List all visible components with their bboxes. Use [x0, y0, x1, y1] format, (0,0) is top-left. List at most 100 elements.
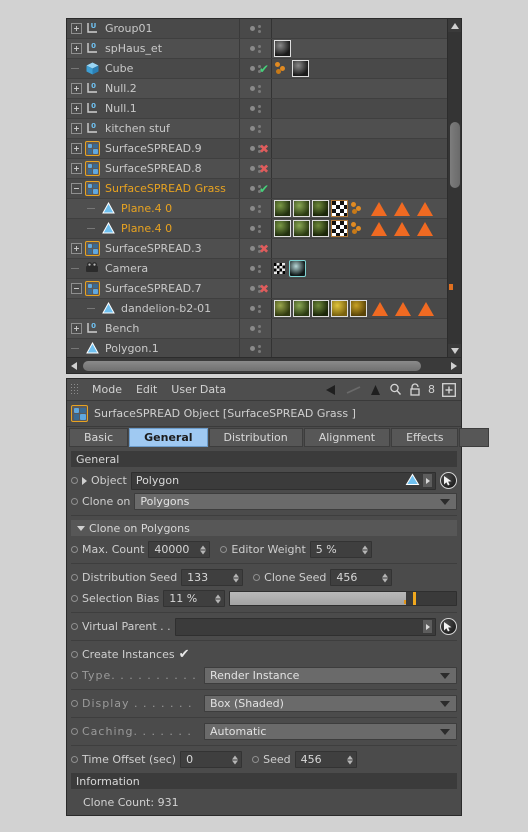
tab-alignment[interactable]: Alignment: [303, 428, 391, 447]
object-tree[interactable]: U Group01 0 spHaus_et Cube ✔ 0 Null.2 0 Null.1 0 ki…: [67, 19, 447, 357]
object-row[interactable]: 0 Null.2: [67, 79, 447, 99]
virtual-parent-menu-button[interactable]: [422, 619, 433, 634]
object-tags[interactable]: [271, 19, 447, 38]
time-offset-stepper[interactable]: [232, 755, 239, 764]
vertical-scroll-track[interactable]: [447, 32, 461, 344]
material-tag[interactable]: [293, 200, 310, 217]
surfacespread-tag-icon[interactable]: [417, 221, 433, 236]
object-manager-horizontal-scrollbar[interactable]: [67, 357, 461, 373]
expand-toggle-icon[interactable]: [71, 103, 82, 114]
menu-edit[interactable]: Edit: [129, 383, 164, 396]
object-tags[interactable]: [271, 39, 447, 58]
object-row[interactable]: U Group01: [67, 19, 447, 39]
expand-toggle-icon[interactable]: [71, 23, 82, 34]
object-visibility-dots[interactable]: ✖: [239, 279, 271, 298]
up-arrow-icon[interactable]: [369, 384, 382, 396]
object-name-cell[interactable]: 0 Null.2: [67, 79, 239, 98]
object-name-cell[interactable]: 0 kitchen stuf: [67, 119, 239, 138]
enable-dot-icon[interactable]: [250, 106, 255, 111]
clone-seed-animate-dot-icon[interactable]: [253, 574, 261, 581]
object-visibility-dots[interactable]: ✖: [239, 139, 271, 158]
object-name-cell[interactable]: 0 Null.1: [67, 99, 239, 118]
object-visibility-dots[interactable]: ✔: [239, 179, 271, 198]
expand-toggle-icon[interactable]: [71, 243, 82, 254]
object-row[interactable]: 0 Null.1: [67, 99, 447, 119]
menu-mode[interactable]: Mode: [85, 383, 129, 396]
attribute-tabs[interactable]: Basic General Distribution Alignment Effects: [67, 427, 490, 448]
object-tags[interactable]: [271, 119, 447, 138]
max-count-animate-dot-icon[interactable]: [71, 546, 78, 553]
history-line-icon[interactable]: [346, 384, 362, 396]
enable-dot-icon[interactable]: [250, 166, 255, 171]
virtual-parent-link-field[interactable]: [174, 617, 436, 636]
clone-on-select[interactable]: Polygons: [134, 493, 457, 510]
type-select[interactable]: Render Instance: [204, 667, 457, 684]
object-tags[interactable]: [271, 199, 447, 218]
object-visibility-dots[interactable]: [239, 119, 271, 138]
object-visibility-dots[interactable]: ✖: [239, 159, 271, 178]
surfacespread-tag-icon[interactable]: [394, 221, 410, 236]
object-row[interactable]: Cube ✔: [67, 59, 447, 79]
hidden-cross-icon[interactable]: ✖: [259, 162, 269, 176]
material-tag[interactable]: [274, 200, 291, 217]
object-visibility-dots[interactable]: [239, 339, 271, 357]
menu-user-data[interactable]: User Data: [164, 383, 233, 396]
distribution-seed-input[interactable]: 133: [181, 569, 244, 586]
horizontal-scroll-thumb[interactable]: [83, 360, 421, 371]
uv-checker-tag[interactable]: [331, 220, 348, 237]
horizontal-scroll-track[interactable]: [81, 358, 447, 374]
create-instances-checkbox[interactable]: ✔: [179, 648, 190, 661]
tab-basic[interactable]: Basic: [69, 428, 129, 447]
time-offset-animate-dot-icon[interactable]: [71, 756, 78, 763]
caching-select[interactable]: Automatic: [204, 723, 457, 740]
object-tags[interactable]: [271, 179, 447, 198]
visible-check-icon[interactable]: ✔: [259, 182, 269, 196]
clone-seed-input[interactable]: 456: [330, 569, 393, 586]
object-tags[interactable]: [271, 139, 447, 158]
visibility-dots-icon[interactable]: [258, 304, 261, 313]
object-name-cell[interactable]: Camera: [67, 259, 239, 278]
time-offset-input[interactable]: 0: [180, 751, 243, 768]
tab-effects[interactable]: Effects: [391, 428, 459, 447]
seed-stepper[interactable]: [346, 755, 353, 764]
virtual-parent-pick-cursor-icon[interactable]: [440, 618, 457, 635]
surfacespread-tag-icon[interactable]: [372, 301, 388, 316]
visibility-dots-icon[interactable]: [258, 124, 261, 133]
material-tag[interactable]: [274, 220, 291, 237]
object-name-cell[interactable]: 0 spHaus_et: [67, 39, 239, 58]
object-tags[interactable]: [271, 159, 447, 178]
material-tag[interactable]: [331, 300, 348, 317]
back-arrow-icon[interactable]: [325, 384, 339, 396]
object-visibility-dots[interactable]: [239, 319, 271, 338]
scroll-up-arrow-icon[interactable]: [448, 19, 462, 32]
max-count-stepper[interactable]: [200, 545, 207, 554]
object-tags[interactable]: [271, 259, 447, 278]
visibility-dots-icon[interactable]: [258, 104, 261, 113]
scatter-tag-icon[interactable]: [350, 200, 365, 217]
object-name-cell[interactable]: SurfaceSPREAD.8: [67, 159, 239, 178]
protection-tag-icon[interactable]: [274, 263, 285, 274]
enable-dot-icon[interactable]: [250, 346, 255, 351]
slider-knob[interactable]: [413, 592, 417, 605]
object-visibility-dots[interactable]: ✔: [239, 59, 271, 78]
distribution-seed-stepper[interactable]: [233, 573, 240, 582]
material-tag[interactable]: [274, 300, 291, 317]
object-tags[interactable]: [271, 99, 447, 118]
object-visibility-dots[interactable]: [239, 219, 271, 238]
enable-dot-icon[interactable]: [250, 326, 255, 331]
object-visibility-dots[interactable]: [239, 299, 271, 318]
selection-bias-stepper[interactable]: [215, 594, 222, 603]
tab-distribution[interactable]: Distribution: [208, 428, 303, 447]
clone-seed-stepper[interactable]: [382, 573, 389, 582]
material-tag[interactable]: [293, 220, 310, 237]
lock-icon[interactable]: [409, 383, 421, 396]
object-visibility-dots[interactable]: ✖: [239, 239, 271, 258]
object-name-cell[interactable]: Plane.4 0: [67, 219, 239, 238]
object-tags[interactable]: [271, 79, 447, 98]
type-animate-dot-icon[interactable]: [71, 672, 78, 679]
surfacespread-tag-icon[interactable]: [417, 201, 433, 216]
attribute-manager[interactable]: Mode Edit User Data 8 SurfaceSPREAD Obje…: [66, 378, 490, 816]
scroll-left-arrow-icon[interactable]: [67, 358, 81, 374]
object-row[interactable]: Polygon.1: [67, 339, 447, 357]
seed-animate-dot-icon[interactable]: [252, 756, 260, 763]
